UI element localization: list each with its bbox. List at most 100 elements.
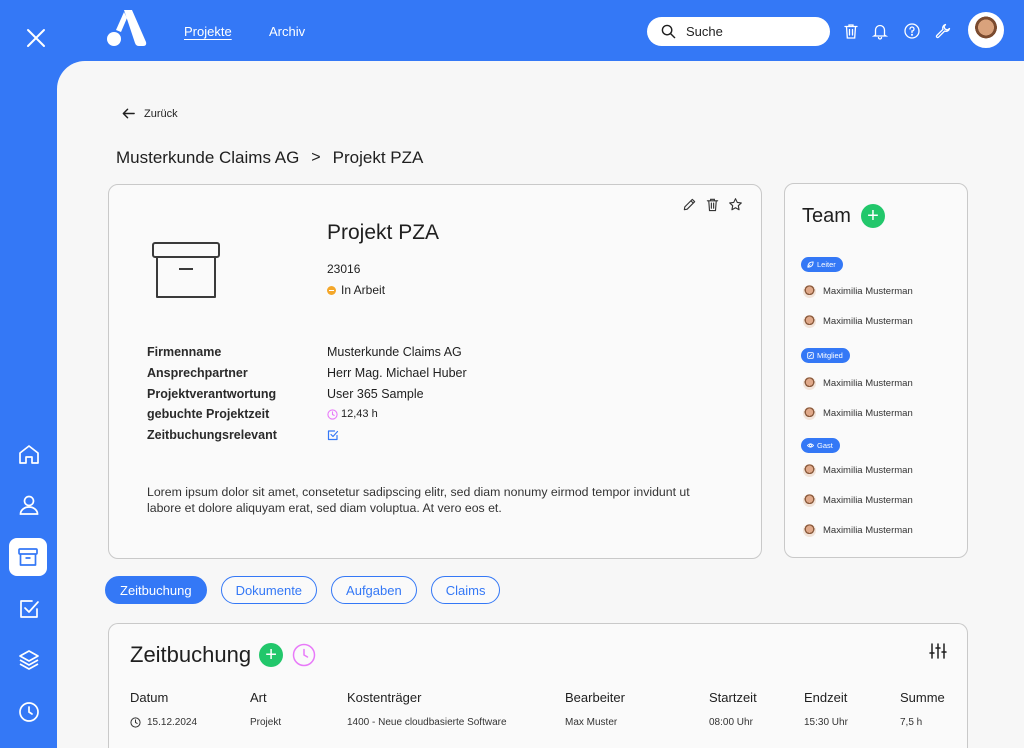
table-cell-datum: 15.12.2024	[130, 717, 197, 728]
add-time-entry-button[interactable]: +	[259, 643, 284, 667]
app-logo	[104, 10, 148, 48]
table-cell-art: Projekt	[250, 717, 282, 728]
project-description: Lorem ipsum dolor sit amet, consetetur s…	[147, 485, 690, 515]
zeitbuchung-title: Zeitbuchung	[130, 642, 252, 667]
team-member[interactable]: Maximilia Musterman	[803, 377, 913, 390]
project-number: 23016	[327, 262, 361, 276]
close-icon[interactable]	[24, 26, 48, 50]
member-name: Maximilia Musterman	[823, 525, 913, 536]
checkbox-icon[interactable]	[12, 592, 46, 626]
status-badge: In Arbeit	[327, 283, 385, 297]
add-team-member-button[interactable]: +	[860, 204, 885, 228]
column-header: Summe	[900, 690, 945, 705]
main-content: Zurück Musterkunde Claims AG > Projekt P…	[57, 61, 1024, 748]
archive-icon[interactable]	[9, 538, 47, 576]
projektzeit-value: 12,43 h	[341, 408, 378, 421]
member-avatar	[803, 407, 816, 420]
info-row-projektverantwortung: Projektverantwortung User 365 Sample	[147, 383, 467, 404]
member-name: Maximilia Musterman	[823, 495, 913, 506]
back-label: Zurück	[144, 107, 178, 120]
nav-link-archiv[interactable]: Archiv	[269, 24, 305, 39]
team-member[interactable]: Maximilia Musterman	[803, 315, 913, 328]
team-member[interactable]: Maximilia Musterman	[803, 524, 913, 537]
member-avatar	[803, 494, 816, 507]
info-row-ansprechpartner: Ansprechpartner Herr Mag. Michael Huber	[147, 363, 467, 384]
member-avatar	[803, 315, 816, 328]
info-value	[327, 429, 339, 441]
info-label: Zeitbuchungsrelevant	[147, 428, 277, 443]
team-member[interactable]: Maximilia Musterman	[803, 285, 913, 298]
member-name: Maximilia Musterman	[823, 408, 913, 419]
breadcrumb: Musterkunde Claims AG > Projekt PZA	[116, 148, 423, 168]
project-info: Firmenname Musterkunde Claims AG Ansprec…	[147, 342, 467, 445]
edit-icon[interactable]	[682, 197, 697, 212]
nav-link-projekte[interactable]: Projekte	[184, 24, 232, 39]
table-cell-startzeit: 08:00 Uhr	[709, 717, 753, 728]
role-badge-mitglied: Mitglied	[801, 348, 850, 363]
zeitbuchung-header: Zeitbuchung +	[130, 642, 316, 668]
table-cell-summe: 7,5 h	[900, 717, 923, 728]
column-header: Kostenträger	[347, 690, 422, 705]
member-avatar	[803, 285, 816, 298]
info-row-firmenname: Firmenname Musterkunde Claims AG	[147, 342, 467, 363]
checkbox-checked-icon	[327, 430, 339, 441]
member-name: Maximilia Musterman	[823, 286, 913, 297]
star-icon[interactable]	[728, 197, 743, 212]
tab-claims[interactable]: Claims	[430, 576, 501, 604]
team-header: Team +	[802, 204, 885, 228]
status-label: In Arbeit	[341, 283, 386, 297]
home-icon[interactable]	[12, 438, 46, 472]
column-header: Art	[250, 690, 267, 705]
info-label: Firmenname	[147, 345, 222, 360]
search-bar[interactable]	[647, 17, 830, 46]
info-value: Herr Mag. Michael Huber	[327, 366, 467, 381]
column-header: Datum	[130, 690, 169, 705]
search-icon	[661, 24, 676, 39]
tab-aufgaben[interactable]: Aufgaben	[331, 576, 417, 604]
arrow-left-icon	[122, 108, 135, 119]
info-row-projektzeit: gebuchte Projektzeit 12,43 h	[147, 404, 467, 425]
breadcrumb-parent[interactable]: Musterkunde Claims AG	[116, 148, 299, 168]
cell-value: 15.12.2024	[147, 717, 198, 728]
column-header: Bearbeiter	[565, 690, 625, 705]
eye-icon	[807, 443, 814, 448]
timer-icon[interactable]	[292, 643, 316, 667]
clock-icon[interactable]	[12, 695, 46, 729]
tab-bar: Zeitbuchung Dokumente Aufgaben Claims	[105, 576, 501, 604]
user-icon[interactable]	[12, 488, 46, 522]
info-value: User 365 Sample	[327, 386, 424, 401]
wrench-icon[interactable]	[934, 22, 952, 40]
filter-settings-icon[interactable]	[929, 642, 947, 660]
column-header: Endzeit	[804, 690, 848, 705]
info-value: 12,43 h	[327, 408, 378, 420]
project-card: Projekt PZA 23016 In Arbeit Firmenname M…	[108, 184, 762, 559]
search-input[interactable]	[686, 24, 806, 39]
column-header: Startzeit	[709, 690, 757, 705]
table-cell-endzeit: 15:30 Uhr	[804, 717, 848, 728]
role-label: Gast	[817, 441, 833, 450]
tab-dokumente[interactable]: Dokumente	[220, 576, 318, 604]
team-member[interactable]: Maximilia Musterman	[803, 494, 913, 507]
team-member[interactable]: Maximilia Musterman	[803, 407, 913, 420]
member-avatar	[803, 464, 816, 477]
role-label: Leiter	[817, 260, 836, 269]
bell-icon[interactable]	[871, 22, 889, 40]
clock-icon	[130, 717, 141, 728]
breadcrumb-current: Projekt PZA	[332, 148, 424, 167]
info-label: Ansprechpartner	[147, 366, 248, 381]
back-link[interactable]: Zurück	[121, 106, 178, 121]
tab-zeitbuchung[interactable]: Zeitbuchung	[105, 576, 207, 604]
member-name: Maximilia Musterman	[823, 316, 913, 327]
trash-icon[interactable]	[842, 22, 860, 40]
breadcrumb-separator: >	[311, 149, 321, 166]
layers-icon[interactable]	[12, 643, 46, 677]
team-card: Team + Leiter Maximilia Musterman Maximi…	[784, 183, 968, 558]
delete-icon[interactable]	[705, 197, 720, 212]
team-member[interactable]: Maximilia Musterman	[803, 464, 913, 477]
table-cell-kostentraeger: 1400 - Neue cloudbasierte Software	[347, 717, 507, 728]
role-badge-gast: Gast	[801, 438, 840, 453]
project-title: Projekt PZA	[327, 221, 440, 244]
help-icon[interactable]	[903, 22, 921, 40]
clock-icon	[327, 409, 338, 420]
user-avatar[interactable]	[968, 12, 1004, 48]
